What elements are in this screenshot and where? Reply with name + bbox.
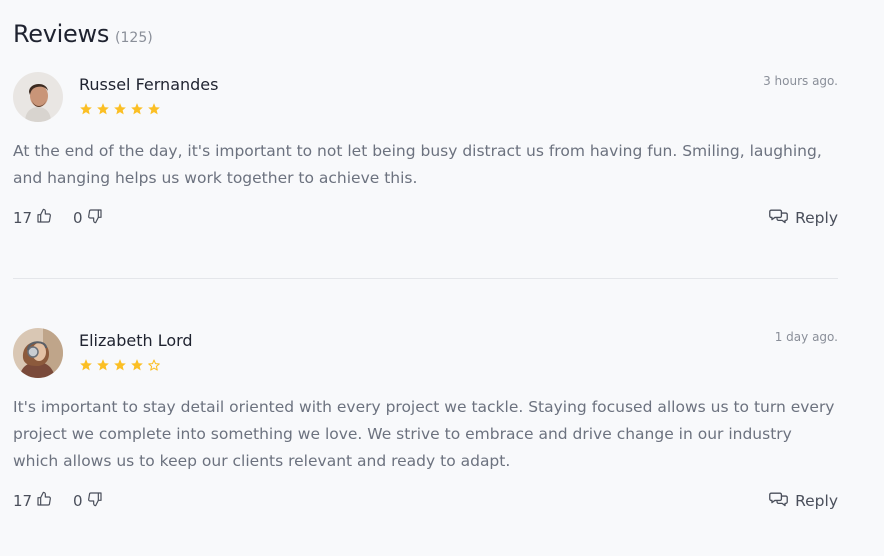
star-outline-icon [147,358,161,372]
star-filled-icon [130,102,144,116]
star-filled-icon [113,358,127,372]
reviews-count: (125) [115,30,153,46]
thumbs-up-icon [36,208,52,228]
star-filled-icon [130,358,144,372]
reply-button[interactable]: Reply [769,491,838,511]
reviews-title: Reviews [13,20,110,48]
dislike-count: 0 [73,209,83,227]
star-filled-icon [96,102,110,116]
dislike-button[interactable]: 0 [73,208,103,228]
star-rating [79,358,161,372]
reply-button[interactable]: Reply [769,208,838,228]
review-actions: 17 0 Reply [13,208,838,232]
review-divider [13,278,838,279]
thumbs-up-icon [36,491,52,511]
avatar [13,72,63,122]
review-item: Russel Fernandes 3 hours ago. At the end… [13,72,838,232]
avatar [13,328,63,378]
star-filled-icon [79,102,93,116]
thumbs-down-icon [87,491,103,511]
review-item: Elizabeth Lord 1 day ago. It's important… [13,328,838,528]
reply-label: Reply [795,209,838,227]
review-actions: 17 0 Reply [13,491,838,515]
star-filled-icon [113,102,127,116]
chat-bubbles-icon [769,491,788,511]
like-button[interactable]: 17 [13,491,52,511]
review-text: It's important to stay detail oriented w… [13,398,835,470]
like-count: 17 [13,209,33,227]
star-filled-icon [96,358,110,372]
reviewer-name: Russel Fernandes [79,75,219,94]
chat-bubbles-icon [769,208,788,228]
like-button[interactable]: 17 [13,208,52,228]
thumbs-down-icon [87,208,103,228]
review-text: At the end of the day, it's important to… [13,142,822,187]
star-filled-icon [147,102,161,116]
star-filled-icon [79,358,93,372]
star-rating [79,102,161,116]
like-count: 17 [13,492,33,510]
dislike-count: 0 [73,492,83,510]
review-timestamp: 1 day ago. [774,330,838,344]
review-timestamp: 3 hours ago. [763,74,838,88]
dislike-button[interactable]: 0 [73,491,103,511]
reviews-heading: Reviews (125) [13,20,153,48]
reviewer-name: Elizabeth Lord [79,331,193,350]
reply-label: Reply [795,492,838,510]
